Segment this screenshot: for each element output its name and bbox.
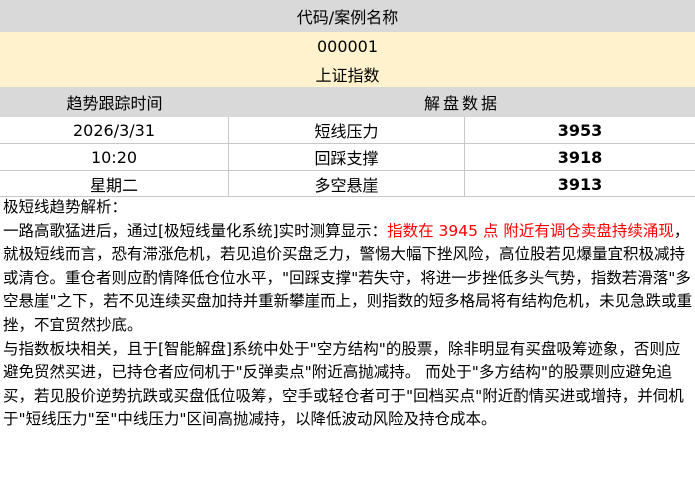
table-row: 2026/3/31 短线压力 3953 <box>0 117 695 143</box>
stock-code-row: 000001 <box>0 32 695 60</box>
analysis-text: 一路高歌猛进后，通过[极短线量化系统]实时测算显示： <box>3 221 388 240</box>
analysis-paragraph-1: 一路高歌猛进后，通过[极短线量化系统]实时测算显示：指数在 3945 点 附近有… <box>3 220 693 338</box>
title-header: 代码/案例名称 <box>0 0 695 32</box>
stock-name: 上证指数 <box>315 65 380 85</box>
row-label: 短线压力 <box>229 117 465 143</box>
column-header-data: 解盘数据 <box>423 94 500 113</box>
row-value: 3918 <box>557 147 603 167</box>
analysis-highlight: 指数在 3945 点 附近有调仓卖盘持续涌现 <box>387 221 674 240</box>
stock-name-row: 上证指数 <box>0 60 695 87</box>
title-text: 代码/案例名称 <box>296 8 399 27</box>
row-time: 星期二 <box>0 171 229 197</box>
column-header-time: 趋势跟踪时间 <box>66 94 163 113</box>
table-row: 星期二 多空悬崖 3913 <box>0 171 695 197</box>
row-label: 回踩支撑 <box>229 144 465 170</box>
row-value: 3953 <box>557 120 603 140</box>
row-label: 多空悬崖 <box>229 171 465 197</box>
table-row: 10:20 回踩支撑 3918 <box>0 144 695 170</box>
stock-code: 000001 <box>316 36 379 56</box>
analysis-paragraph-2: 与指数板块相关，且于[智能解盘]系统中处于"空方结构"的股票，除非明显有买盘吸筹… <box>3 339 684 429</box>
row-time: 10:20 <box>0 144 229 170</box>
row-value: 3913 <box>557 174 603 194</box>
analysis-heading: 极短线趋势解析： <box>3 198 128 216</box>
row-time: 2026/3/31 <box>0 117 229 143</box>
analysis-section: 极短线趋势解析： 一路高歌猛进后，通过[极短线量化系统]实时测算显示：指数在 3… <box>3 196 693 432</box>
